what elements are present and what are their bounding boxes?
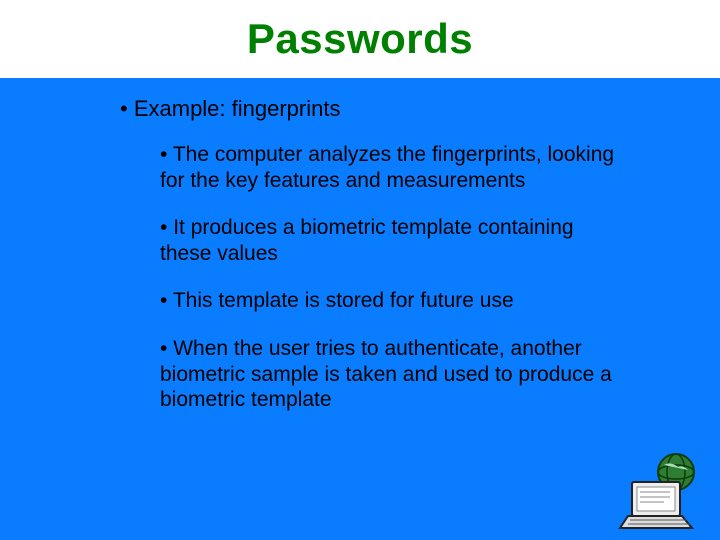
computer-globe-icon xyxy=(614,450,704,530)
content-area: • Example: fingerprints • The computer a… xyxy=(0,78,720,413)
sub-bullet-list: • The computer analyzes the fingerprints… xyxy=(120,142,630,413)
list-item-text: This template is stored for future use xyxy=(173,289,514,312)
bullet-dot: • xyxy=(160,289,173,312)
example-bullet: • Example: fingerprints xyxy=(120,96,630,122)
bullet-dot: • xyxy=(160,216,173,239)
slide: Passwords • Example: fingerprints • The … xyxy=(0,0,720,540)
list-item: • It produces a biometric template conta… xyxy=(160,215,630,266)
list-item-text: When the user tries to authenticate, ano… xyxy=(160,337,612,411)
list-item-text: The computer analyzes the fingerprints, … xyxy=(160,143,614,192)
bullet-dot: • xyxy=(160,143,173,166)
list-item: • When the user tries to authenticate, a… xyxy=(160,336,630,413)
title-band: Passwords xyxy=(0,0,720,78)
list-item: • The computer analyzes the fingerprints… xyxy=(160,142,630,193)
slide-title: Passwords xyxy=(247,15,473,63)
list-item: • This template is stored for future use xyxy=(160,288,630,314)
bullet-dot: • xyxy=(160,337,173,360)
list-item-text: It produces a biometric template contain… xyxy=(160,216,574,265)
example-text: Example: fingerprints xyxy=(134,96,341,121)
bullet-dot: • xyxy=(120,96,134,121)
